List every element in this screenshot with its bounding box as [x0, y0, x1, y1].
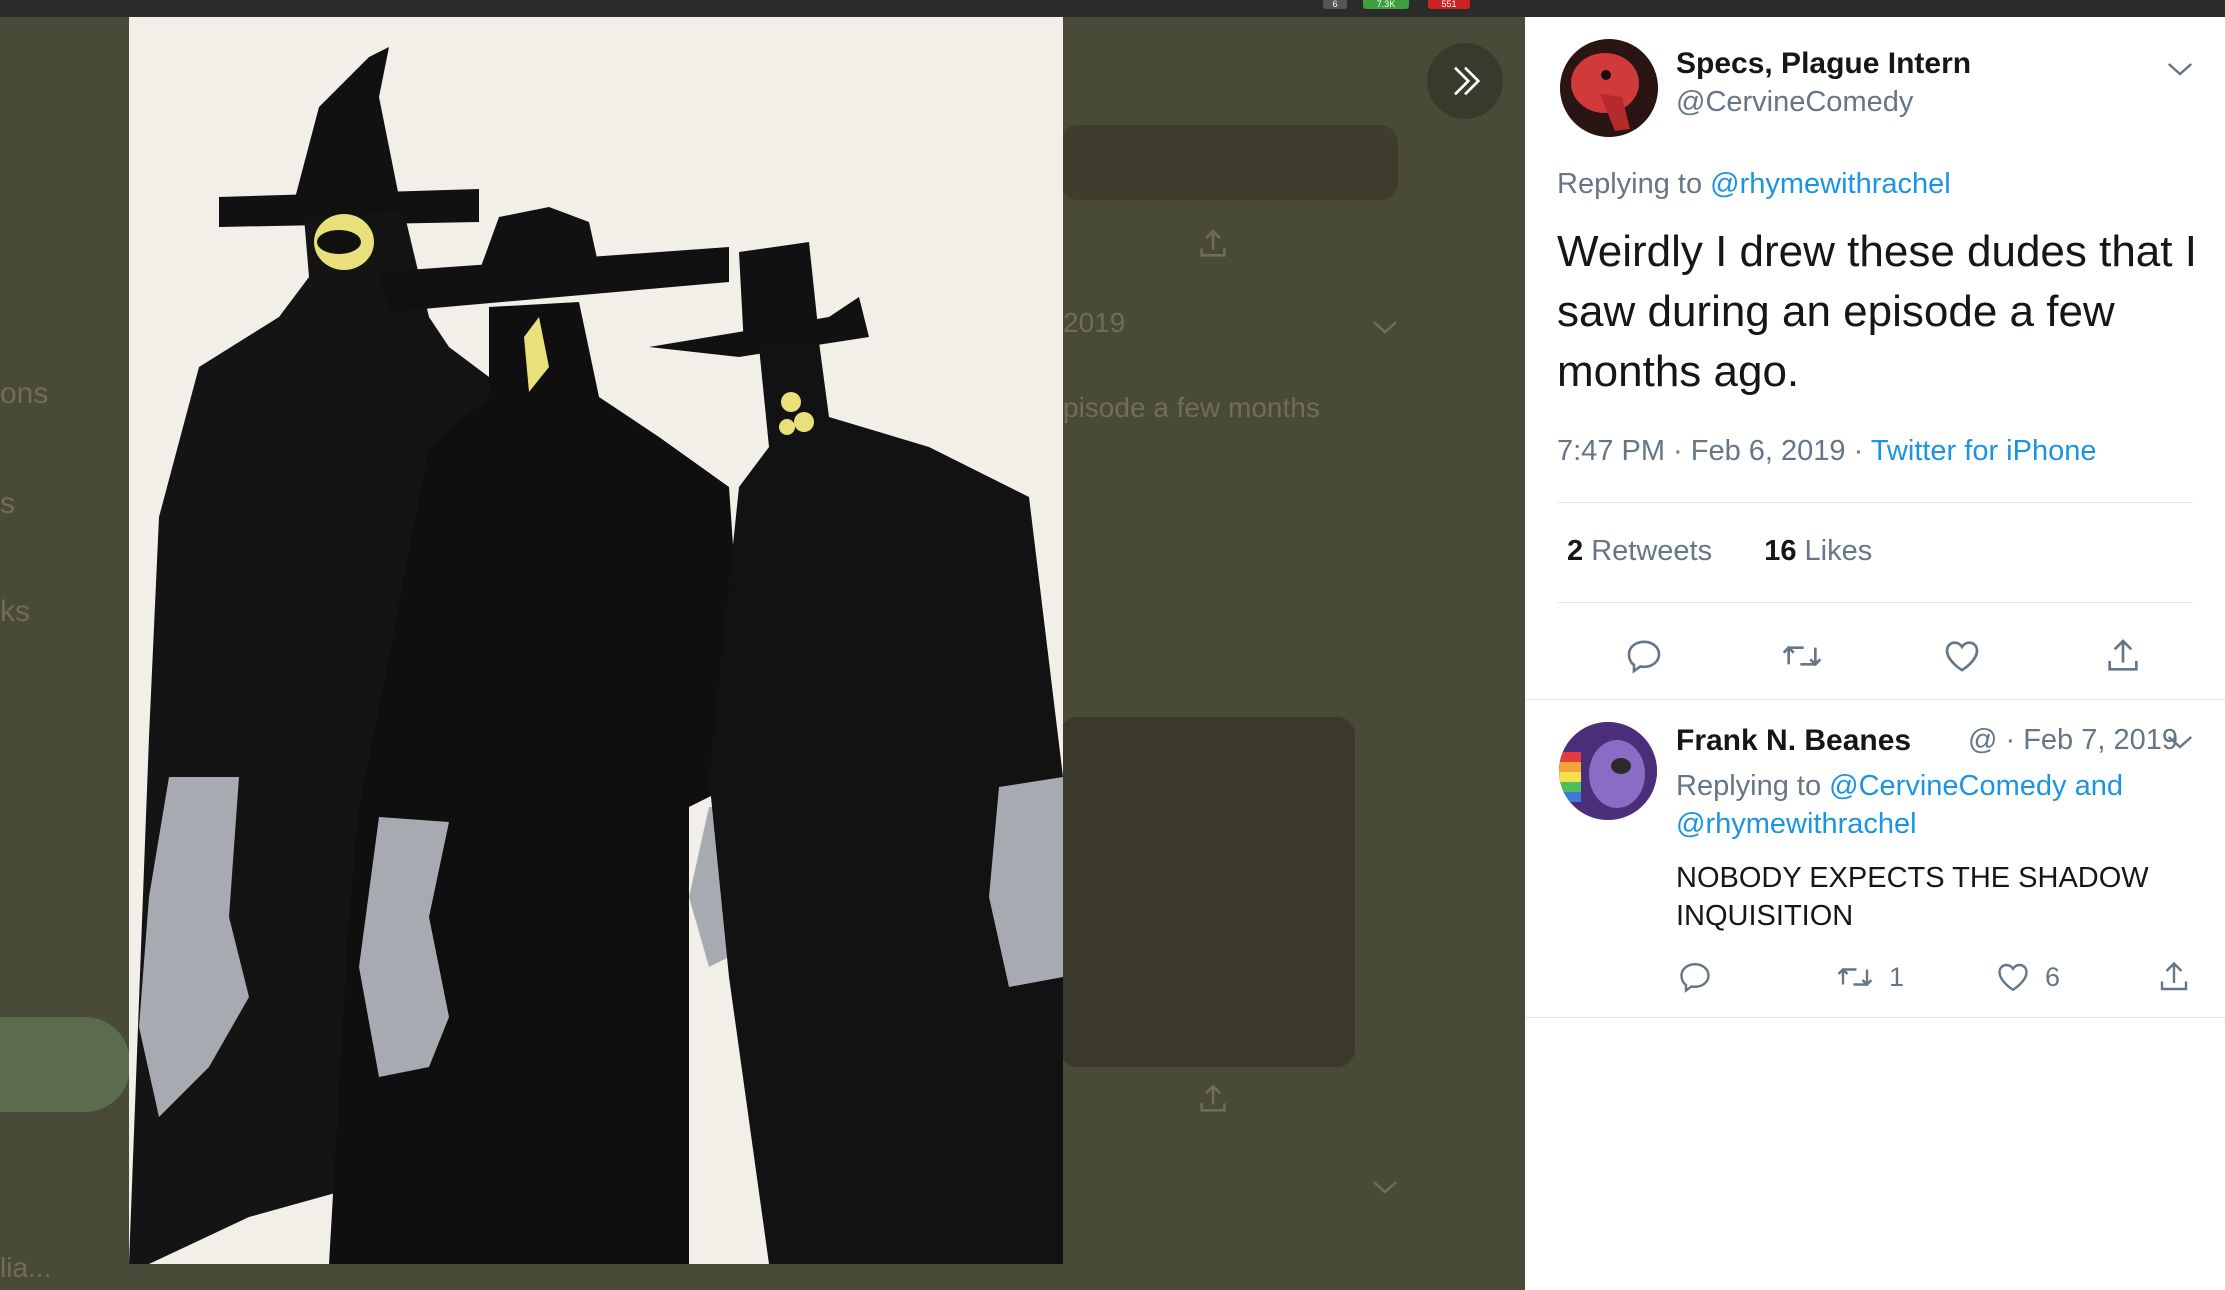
divider: [1557, 502, 2193, 503]
share-icon: [2108, 639, 2138, 671]
like-button[interactable]: [1938, 632, 1986, 680]
share-button[interactable]: [2099, 632, 2147, 680]
background-chevron-icon: [1372, 321, 1398, 334]
avatar[interactable]: [1560, 39, 1658, 137]
divider: [1525, 1017, 2225, 1018]
chevron-down-icon[interactable]: [2165, 59, 2195, 79]
background-tweet-text: pisode a few months: [1063, 392, 1320, 423]
tweet-photo[interactable]: [129, 17, 1063, 1264]
browser-toolbar: 6 7.3K 551: [0, 0, 2225, 17]
reply-author-name[interactable]: Frank N. Beanes: [1676, 724, 1911, 758]
tweet-detail-panel: Specs, Plague Intern @CervineComedy Repl…: [1525, 17, 2225, 1290]
tweet-timestamp[interactable]: 7:47 PM · Feb 6, 2019 ·: [1557, 435, 1871, 467]
background-account-text: lia...: [0, 1252, 52, 1283]
extension-badge-1[interactable]: 6: [1323, 0, 1347, 9]
author-handle[interactable]: @CervineComedy: [1676, 86, 1913, 119]
reply-icon: [1680, 963, 1710, 993]
tweet-meta: 7:47 PM · Feb 6, 2019 · Twitter for iPho…: [1557, 435, 2096, 468]
reply-like-button[interactable]: 6: [1995, 955, 2060, 999]
toggle-panel-button[interactable]: [1427, 43, 1503, 119]
extension-badge-3[interactable]: 551: [1428, 0, 1470, 9]
reply-text: NOBODY EXPECTS THE SHADOW INQUISITION: [1676, 862, 2149, 932]
reply-retweet-count: 1: [1889, 961, 1905, 992]
extension-badge-2[interactable]: 7.3K: [1363, 0, 1409, 9]
reply-reply-button[interactable]: [1677, 955, 1727, 999]
background-chevron-icon-2: [1372, 1181, 1398, 1194]
reply-icon: [1627, 640, 1661, 674]
background-date-text: 2019: [1063, 307, 1126, 338]
divider: [1525, 699, 2225, 700]
likes-stat[interactable]: 16 Likes: [1764, 535, 1872, 567]
double-chevron-right-icon: [1454, 66, 1481, 96]
retweet-icon: [1837, 967, 1873, 987]
retweets-stat[interactable]: 2 Retweets: [1567, 535, 1712, 567]
divider: [1557, 602, 2193, 603]
reply-chevron-down-icon[interactable]: [2165, 732, 2195, 752]
reply-replying-prefix: Replying to: [1676, 770, 1830, 802]
replying-to-line: Replying to @rhymewithrachel: [1557, 168, 1951, 201]
tweet-stats: 2 Retweets 16 Likes: [1567, 535, 1872, 568]
reply-avatar[interactable]: [1559, 722, 1657, 820]
background-media-card: [1060, 125, 1398, 200]
background-nav-text-2: s: [0, 487, 15, 520]
like-icon: [1998, 963, 2028, 992]
reply-replying-to-line: Replying to @CervineComedy and @rhymewit…: [1676, 767, 2196, 843]
background-media-card-2: [1060, 717, 1355, 1067]
tweet-source[interactable]: Twitter for iPhone: [1871, 435, 2097, 467]
reply-like-count: 6: [2045, 961, 2061, 992]
background-share-icon-2: [1200, 1084, 1226, 1112]
background-nav-text-3: ks: [0, 595, 30, 628]
reply-retweet-button[interactable]: 1: [1835, 955, 1904, 999]
background-button: [0, 1017, 130, 1112]
share-icon: [2160, 961, 2188, 991]
reply-share-button[interactable]: [2156, 955, 2206, 999]
background-nav-text-1: ons: [0, 377, 49, 410]
retweet-icon: [1782, 645, 1822, 667]
reply-button[interactable]: [1620, 632, 1668, 680]
replying-to-link[interactable]: @rhymewithrachel: [1710, 168, 1951, 200]
retweet-button[interactable]: [1778, 632, 1826, 680]
reply-meta[interactable]: @ · Feb 7, 2019: [1968, 724, 2178, 757]
like-icon: [1945, 641, 1979, 672]
background-share-icon: [1200, 229, 1226, 257]
author-name[interactable]: Specs, Plague Intern: [1676, 47, 1971, 81]
replying-prefix: Replying to: [1557, 168, 1711, 200]
tweet-text: Weirdly I drew these dudes that I saw du…: [1557, 227, 2197, 396]
